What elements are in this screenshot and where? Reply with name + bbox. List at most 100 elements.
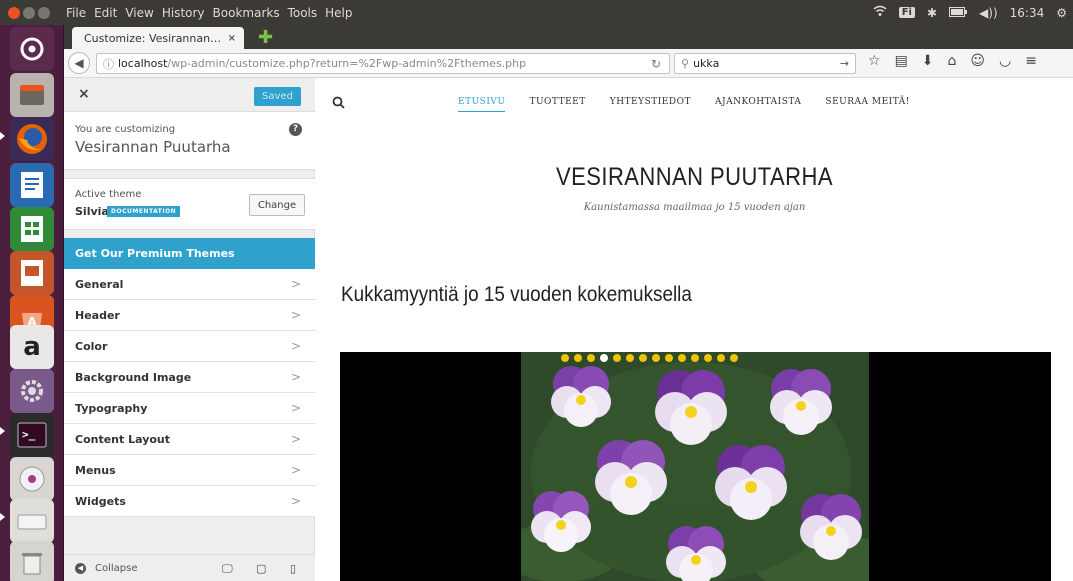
url-bar[interactable]: ⓘ localhost /wp-admin/customize.php?retu… <box>96 53 670 74</box>
nav-tuotteet[interactable]: TUOTTEET <box>529 97 585 112</box>
close-customizer-icon[interactable]: × <box>78 86 90 102</box>
menu-help[interactable]: Help <box>325 6 352 20</box>
section-color[interactable]: Color > <box>64 331 315 362</box>
section-background-image[interactable]: Background Image > <box>64 362 315 393</box>
home-icon[interactable]: ⌂ <box>948 53 957 69</box>
search-input[interactable]: ukka <box>693 57 719 70</box>
saved-button[interactable]: Saved <box>254 87 301 106</box>
section-label: Color <box>75 339 108 353</box>
chevron-right-icon: > <box>290 308 301 322</box>
preview-search-icon[interactable] <box>332 96 345 113</box>
menu-file[interactable]: File <box>66 6 86 20</box>
writer-icon[interactable] <box>10 163 54 207</box>
chat-icon[interactable]: ☺ <box>970 53 985 69</box>
documentation-badge[interactable]: DOCUMENTATION <box>107 206 181 217</box>
slider-dot[interactable] <box>704 354 712 362</box>
chevron-right-icon: > <box>290 339 301 353</box>
collapse-icon[interactable]: ◀ <box>75 562 86 574</box>
premium-themes-section[interactable]: Get Our Premium Themes <box>64 238 315 269</box>
section-label: Typography <box>75 401 148 415</box>
clock[interactable]: 16:34 <box>1010 6 1045 20</box>
site-info-icon[interactable]: ⓘ <box>103 56 114 72</box>
firefox-icon[interactable] <box>10 117 54 161</box>
menu-edit[interactable]: Edit <box>94 6 117 20</box>
menu-history[interactable]: History <box>162 6 205 20</box>
slider-dot[interactable] <box>613 354 621 362</box>
slider-dot[interactable] <box>639 354 647 362</box>
slider-dot[interactable] <box>691 354 699 362</box>
downloads-icon[interactable]: ⬇ <box>922 53 934 69</box>
system-settings-icon[interactable] <box>10 369 54 413</box>
slider-dot[interactable] <box>561 354 569 362</box>
nav-ajankohtaista[interactable]: AJANKOHTAISTA <box>715 97 801 112</box>
desktop-preview-icon[interactable]: 🖵 <box>222 562 233 576</box>
tab-close-icon[interactable]: × <box>228 33 236 44</box>
search-go-icon[interactable]: → <box>840 57 849 70</box>
bluetooth-icon[interactable]: ✱ <box>927 6 937 20</box>
back-arrow-icon[interactable]: ◀ <box>68 52 90 74</box>
customizer-sidebar: × Saved You are customizing Vesirannan P… <box>64 78 315 581</box>
drive-icon[interactable] <box>10 499 54 543</box>
slider-dot[interactable] <box>652 354 660 362</box>
reading-list-icon[interactable]: ▤ <box>895 53 908 69</box>
slider-dot[interactable] <box>587 354 595 362</box>
site-title[interactable]: VESIRANNAN PUUTARHA <box>361 163 1027 192</box>
bookmark-star-icon[interactable]: ☆ <box>868 53 881 69</box>
section-header[interactable]: Header > <box>64 300 315 331</box>
help-icon[interactable]: ? <box>289 123 302 136</box>
site-navigation: ETUSIVU TUOTTEET YHTEYSTIEDOT AJANKOHTAI… <box>458 97 910 112</box>
mobile-preview-icon[interactable]: ▯ <box>290 562 296 575</box>
search-bar[interactable]: ⚲ ukka → <box>674 53 856 74</box>
maximize-window-button[interactable] <box>38 6 50 19</box>
nav-yhteystiedot[interactable]: YHTEYSTIEDOT <box>610 97 691 112</box>
section-content-layout[interactable]: Content Layout > <box>64 424 315 455</box>
customizer-footer: ◀ Collapse 🖵 ▢ ▯ <box>64 554 315 581</box>
amazon-icon[interactable]: a <box>10 325 54 369</box>
calc-icon[interactable] <box>10 207 54 251</box>
wifi-icon[interactable] <box>873 5 887 20</box>
tab-customize[interactable]: Customize: Vesirannan… × <box>72 27 244 49</box>
slider-dot[interactable] <box>600 354 608 362</box>
terminal-icon[interactable]: >_ <box>10 413 54 457</box>
section-typography[interactable]: Typography > <box>64 393 315 424</box>
collapse-button[interactable]: Collapse <box>95 563 138 574</box>
menu-bar: File Edit View History Bookmarks Tools H… <box>66 6 353 20</box>
slider-dot[interactable] <box>626 354 634 362</box>
slider-dot[interactable] <box>730 354 738 362</box>
nav-etusivu[interactable]: ETUSIVU <box>458 97 506 112</box>
change-theme-button[interactable]: Change <box>249 194 305 216</box>
launcher: A a >_ <box>0 25 64 581</box>
battery-icon[interactable] <box>949 6 968 20</box>
menu-tools[interactable]: Tools <box>288 6 318 20</box>
files-icon[interactable] <box>10 73 54 117</box>
volume-icon[interactable]: ◀)) <box>979 6 998 20</box>
active-theme-panel: Active theme Silvia DOCUMENTATION Change <box>64 178 315 230</box>
dash-home-icon[interactable] <box>10 27 54 71</box>
menu-hamburger-icon[interactable]: ≡ <box>1025 53 1037 69</box>
nav-seuraa-meita[interactable]: SEURAA MEITÄ! <box>825 97 909 112</box>
pocket-icon[interactable]: ◡ <box>999 53 1011 69</box>
settings-gear-icon[interactable]: ⚙ <box>1056 6 1067 20</box>
section-label: Background Image <box>75 370 192 384</box>
image-slider[interactable] <box>340 352 1051 581</box>
dvd-icon[interactable] <box>10 457 54 501</box>
slider-pagination <box>561 354 738 362</box>
section-widgets[interactable]: Widgets > <box>64 486 315 517</box>
keyboard-layout-indicator[interactable]: Fi <box>898 7 915 18</box>
close-window-button[interactable] <box>8 6 20 19</box>
section-general[interactable]: General > <box>64 269 315 300</box>
minimize-window-button[interactable] <box>23 6 35 19</box>
section-menus[interactable]: Menus > <box>64 455 315 486</box>
menu-view[interactable]: View <box>125 6 153 20</box>
slider-dot[interactable] <box>574 354 582 362</box>
slider-dot[interactable] <box>717 354 725 362</box>
slider-dot[interactable] <box>665 354 673 362</box>
impress-icon[interactable] <box>10 251 54 295</box>
tablet-preview-icon[interactable]: ▢ <box>256 562 266 575</box>
menu-bookmarks[interactable]: Bookmarks <box>213 6 280 20</box>
reload-icon[interactable]: ↻ <box>651 57 661 71</box>
trash-icon[interactable] <box>10 541 54 581</box>
section-label: General <box>75 277 124 291</box>
slider-dot[interactable] <box>678 354 686 362</box>
new-tab-icon[interactable]: ✚ <box>258 27 273 48</box>
